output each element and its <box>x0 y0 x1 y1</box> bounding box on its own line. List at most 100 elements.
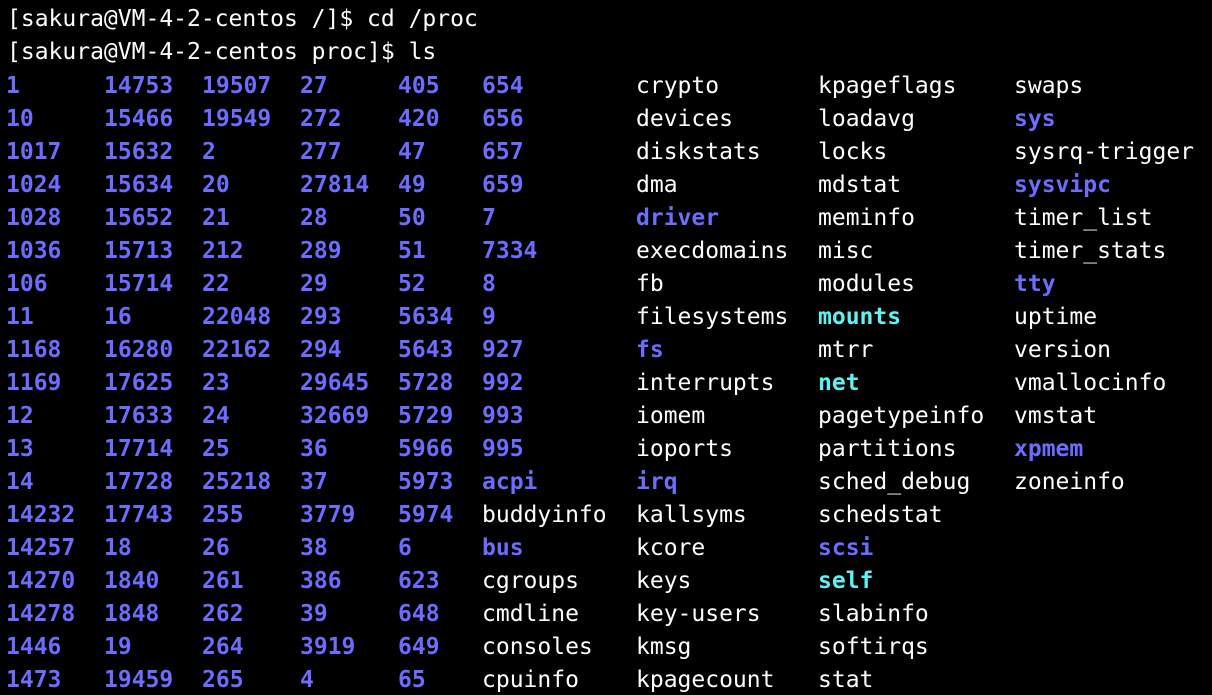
directory-entry: 17625 <box>104 370 174 396</box>
directory-entry: 293 <box>300 304 342 330</box>
directory-entry: 264 <box>202 634 244 660</box>
file-entry: kpageflags <box>818 73 957 99</box>
file-entry: sysrq-trigger <box>1014 139 1195 165</box>
file-entry: ioports <box>636 436 733 462</box>
directory-entry: 654 <box>482 73 524 99</box>
directory-entry: 26 <box>202 535 230 561</box>
file-entry: devices <box>636 106 733 132</box>
file-entry: fb <box>636 271 664 297</box>
directory-entry: 659 <box>482 172 524 198</box>
directory-entry: tty <box>1014 271 1056 297</box>
directory-entry: 5634 <box>398 304 454 330</box>
directory-entry: 386 <box>300 568 342 594</box>
directory-entry: 12 <box>6 403 34 429</box>
file-entry: slabinfo <box>818 601 929 627</box>
directory-entry: 15713 <box>104 238 174 264</box>
file-entry: timer_stats <box>1014 238 1167 264</box>
directory-entry: 39 <box>300 601 328 627</box>
file-entry: pagetypeinfo <box>818 403 985 429</box>
directory-entry: 23 <box>202 370 230 396</box>
file-entry: key-users <box>636 601 761 627</box>
file-entry: zoneinfo <box>1014 469 1125 495</box>
file-entry: kpagecount <box>636 667 775 693</box>
file-entry: version <box>1014 337 1111 363</box>
directory-entry: 3779 <box>300 502 356 528</box>
file-entry: loadavg <box>818 106 915 132</box>
directory-entry: 992 <box>482 370 524 396</box>
directory-entry: 405 <box>398 73 440 99</box>
file-entry: cgroups <box>482 568 579 594</box>
directory-entry: 51 <box>398 238 426 264</box>
directory-entry: 11 <box>6 304 34 330</box>
file-entry: kmsg <box>636 634 692 660</box>
directory-entry: 16 <box>104 304 132 330</box>
directory-entry: 19459 <box>104 667 174 693</box>
directory-entry: 7334 <box>482 238 538 264</box>
directory-entry: 420 <box>398 106 440 132</box>
directory-entry: 1473 <box>6 667 62 693</box>
directory-entry: 13 <box>6 436 34 462</box>
file-entry: dma <box>636 172 678 198</box>
file-entry: vmstat <box>1014 403 1098 429</box>
directory-entry: 36 <box>300 436 328 462</box>
directory-entry: 5974 <box>398 502 454 528</box>
file-entry: diskstats <box>636 139 761 165</box>
terminal-window[interactable]: [sakura@VM-4-2-centos /]$ cd /proc [saku… <box>0 0 1212 695</box>
directory-entry: 27814 <box>300 172 370 198</box>
directory-entry: 15652 <box>104 205 174 231</box>
directory-entry: 47 <box>398 139 426 165</box>
directory-entry: 17633 <box>104 403 174 429</box>
directory-entry: 277 <box>300 139 342 165</box>
directory-entry: bus <box>482 535 524 561</box>
directory-entry: 28 <box>300 205 328 231</box>
directory-entry: 27 <box>300 73 328 99</box>
directory-entry: 14278 <box>6 601 76 627</box>
directory-entry: 17714 <box>104 436 174 462</box>
directory-entry: 52 <box>398 271 426 297</box>
file-entry: buddyinfo <box>482 502 607 528</box>
directory-entry: 255 <box>202 502 244 528</box>
directory-entry: 1168 <box>6 337 62 363</box>
directory-entry: 656 <box>482 106 524 132</box>
directory-entry: 18 <box>104 535 132 561</box>
directory-entry: 21 <box>202 205 230 231</box>
directory-entry: 49 <box>398 172 426 198</box>
directory-entry: 15466 <box>104 106 174 132</box>
directory-entry: driver <box>636 205 720 231</box>
file-entry: kallsyms <box>636 502 747 528</box>
directory-entry: 265 <box>202 667 244 693</box>
directory-entry: 5643 <box>398 337 454 363</box>
directory-entry: 17743 <box>104 502 174 528</box>
directory-entry: 14257 <box>6 535 76 561</box>
directory-entry: 289 <box>300 238 342 264</box>
directory-entry: 5729 <box>398 403 454 429</box>
directory-entry: 927 <box>482 337 524 363</box>
directory-entry: 7 <box>482 205 496 231</box>
directory-entry: 2 <box>202 139 216 165</box>
directory-entry: 22 <box>202 271 230 297</box>
file-entry: sched_debug <box>818 469 971 495</box>
directory-entry: 22162 <box>202 337 272 363</box>
directory-entry: 3919 <box>300 634 356 660</box>
directory-entry: 6 <box>398 535 412 561</box>
directory-entry: sys <box>1014 106 1056 132</box>
directory-entry: 5966 <box>398 436 454 462</box>
directory-entry: 1446 <box>6 634 62 660</box>
directory-entry: 29645 <box>300 370 370 396</box>
directory-entry: 272 <box>300 106 342 132</box>
directory-entry: 14270 <box>6 568 76 594</box>
directory-entry: 32669 <box>300 403 370 429</box>
directory-entry: 993 <box>482 403 524 429</box>
file-entry: misc <box>818 238 874 264</box>
directory-entry: 648 <box>398 601 440 627</box>
file-entry: keys <box>636 568 692 594</box>
file-entry: softirqs <box>818 634 929 660</box>
file-entry: mtrr <box>818 337 874 363</box>
directory-entry: 50 <box>398 205 426 231</box>
directory-entry: 17728 <box>104 469 174 495</box>
file-entry: filesystems <box>636 304 789 330</box>
directory-entry: 1028 <box>6 205 62 231</box>
directory-entry: fs <box>636 337 664 363</box>
directory-entry: 995 <box>482 436 524 462</box>
file-entry: swaps <box>1014 73 1084 99</box>
